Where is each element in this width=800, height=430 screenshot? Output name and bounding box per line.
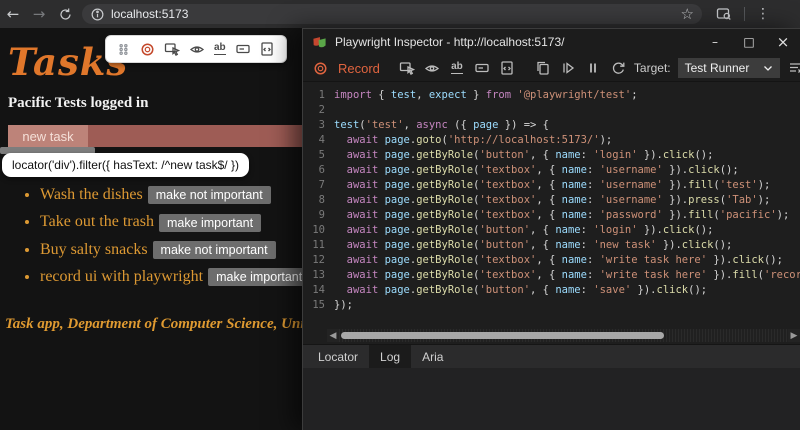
task-text: Wash the dishes bbox=[40, 186, 143, 203]
log-panel bbox=[303, 368, 800, 430]
record-toggle-button[interactable] bbox=[140, 42, 155, 57]
code-line: 11 await page.getByRole('button', { name… bbox=[312, 239, 733, 251]
code-line: 14 await page.getByRole('button', { name… bbox=[312, 284, 708, 296]
page-footer: Task app, Department of Computer Science… bbox=[5, 316, 302, 332]
resume-button[interactable] bbox=[559, 58, 577, 78]
playwright-inspector-window: Playwright Inspector - http://localhost:… bbox=[302, 28, 800, 430]
task-text: record ui with playwright bbox=[40, 267, 204, 285]
drag-handle-icon[interactable] bbox=[116, 42, 131, 57]
record-label[interactable]: Record bbox=[338, 61, 380, 76]
scrollbar-track[interactable] bbox=[339, 329, 788, 342]
tab-search-button[interactable] bbox=[712, 6, 736, 22]
target-value: Test Runner bbox=[684, 61, 750, 75]
code-line: 1 import { test, expect } from '@playwrig… bbox=[318, 89, 638, 101]
horizontal-scrollbar[interactable]: ◀ ▶ bbox=[327, 329, 800, 342]
tab-aria[interactable]: Aria bbox=[411, 345, 454, 368]
code-line: 6 await page.getByRole('textbox', { name… bbox=[318, 164, 739, 176]
window-title: Playwright Inspector - http://localhost:… bbox=[335, 35, 565, 49]
record-button[interactable] bbox=[311, 58, 329, 78]
task-text: Take out the trash bbox=[40, 213, 154, 231]
login-status: Pacific Tests logged in bbox=[8, 95, 149, 111]
forward-button[interactable]: → bbox=[26, 3, 52, 25]
screenshot-root: ← → localhost:5173 ☆ ⋮ Tasks ab Pacific … bbox=[0, 0, 800, 430]
code-line: 3 test('test', async ({ page }) => { bbox=[318, 119, 549, 131]
back-button[interactable]: ← bbox=[0, 3, 26, 25]
code-line: 12 await page.getByRole('textbox', { nam… bbox=[312, 254, 783, 266]
maximize-button[interactable]: □ bbox=[732, 29, 766, 55]
url-text: localhost:5173 bbox=[111, 7, 189, 21]
inspector-tabstrip: Locator Log Aria bbox=[303, 344, 800, 368]
pause-button[interactable] bbox=[584, 58, 602, 78]
code-line: 5 await page.getByRole('button', { name:… bbox=[318, 149, 714, 161]
code-line: 10 await page.getByRole('button', { name… bbox=[312, 224, 714, 236]
task-item: record ui with playwright make important bbox=[40, 267, 302, 287]
task-item: Take out the trash make important bbox=[40, 213, 302, 232]
divider bbox=[744, 7, 745, 21]
playwright-logo-icon bbox=[312, 35, 327, 50]
assert-visibility-button[interactable] bbox=[423, 58, 441, 78]
chevron-down-icon bbox=[763, 65, 773, 72]
address-bar[interactable]: localhost:5173 ☆ bbox=[82, 4, 702, 24]
close-button[interactable]: × bbox=[766, 29, 800, 55]
code-line: 8 await page.getByRole('textbox', { name… bbox=[318, 194, 771, 206]
assert-value-button[interactable] bbox=[473, 58, 491, 78]
reload-button[interactable] bbox=[52, 3, 78, 25]
toggle-importance-button[interactable]: make not important bbox=[147, 186, 271, 205]
code-line: 4 await page.goto('http://localhost:5173… bbox=[318, 134, 613, 146]
task-item: Wash the dishes make not important bbox=[40, 186, 302, 205]
task-text: Buy salty snacks bbox=[40, 240, 148, 258]
inspector-titlebar[interactable]: Playwright Inspector - http://localhost:… bbox=[303, 29, 800, 55]
aria-snapshot-button[interactable] bbox=[259, 41, 275, 57]
assert-text-button[interactable]: ab bbox=[448, 58, 466, 78]
bookmark-star-icon[interactable]: ☆ bbox=[681, 5, 694, 23]
pick-locator-button[interactable] bbox=[164, 41, 180, 57]
code-line: 15}); bbox=[312, 299, 353, 311]
locator-tooltip: locator('div').filter({ hasText: /^new t… bbox=[2, 153, 249, 177]
tasks-page: Tasks ab Pacific Tests logged in new tas… bbox=[0, 28, 302, 430]
browser-menu-button[interactable]: ⋮ bbox=[753, 6, 773, 22]
code-editor[interactable]: 1 import { test, expect } from '@playwrig… bbox=[303, 82, 800, 329]
new-task-button-highlight[interactable]: new task bbox=[8, 125, 88, 147]
toggle-importance-button[interactable]: make important bbox=[158, 213, 262, 232]
toggle-importance-button[interactable]: make important bbox=[208, 268, 302, 287]
toggle-importance-button[interactable]: make not important bbox=[152, 240, 276, 259]
code-line: 7 await page.getByRole('textbox', { name… bbox=[318, 179, 771, 191]
target-label: Target: bbox=[633, 61, 671, 75]
clear-log-button[interactable] bbox=[787, 58, 800, 78]
task-item: Buy salty snacks make not important bbox=[40, 241, 302, 259]
assert-value-button[interactable] bbox=[235, 41, 251, 57]
tab-locator[interactable]: Locator bbox=[307, 345, 369, 368]
aria-snapshot-button[interactable] bbox=[498, 58, 516, 78]
browser-toolbar: ← → localhost:5173 ☆ ⋮ bbox=[0, 0, 800, 28]
copy-code-button[interactable] bbox=[534, 58, 552, 78]
assert-text-button[interactable]: ab bbox=[214, 43, 226, 55]
code-line: 13 await page.getByRole('textbox', { nam… bbox=[312, 269, 800, 281]
pick-locator-button[interactable] bbox=[398, 58, 416, 78]
site-info-icon[interactable] bbox=[90, 7, 105, 22]
inspector-toolbar: Record ab Target: Test Runner bbox=[303, 55, 800, 82]
element-highlight: new task bbox=[8, 125, 302, 147]
code-line: 2 bbox=[318, 104, 325, 116]
step-over-button[interactable] bbox=[609, 58, 627, 78]
code-line: 9 await page.getByRole('textbox', { name… bbox=[318, 209, 790, 221]
task-list: Wash the dishes make not important Take … bbox=[0, 178, 302, 295]
assert-visibility-button[interactable] bbox=[189, 41, 205, 57]
scrollbar-thumb[interactable] bbox=[341, 332, 665, 339]
scroll-right-arrow[interactable]: ▶ bbox=[788, 331, 800, 341]
target-select[interactable]: Test Runner bbox=[677, 58, 780, 78]
tab-log[interactable]: Log bbox=[369, 345, 412, 368]
recorder-float-toolbar: ab bbox=[105, 35, 287, 63]
minimize-button[interactable]: – bbox=[698, 29, 732, 55]
scroll-left-arrow[interactable]: ◀ bbox=[327, 331, 339, 341]
